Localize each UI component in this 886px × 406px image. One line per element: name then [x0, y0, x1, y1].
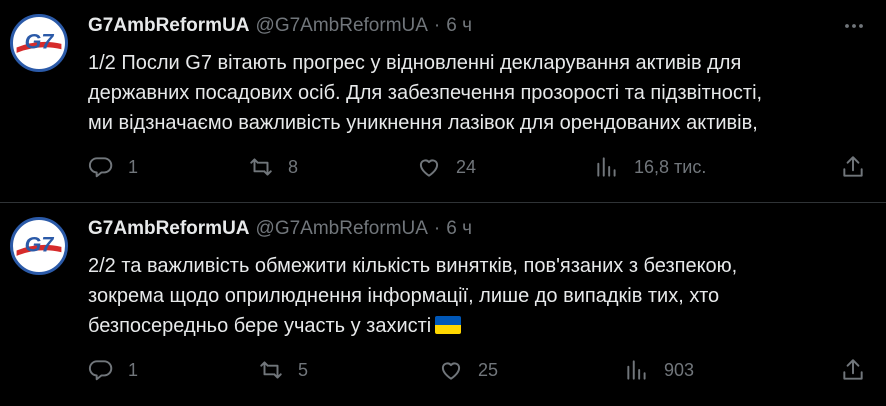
tweet-text-line: 2/2 та важливість обмежити кількість вин…: [88, 255, 738, 277]
tweet[interactable]: G7 G7AmbReformUA @G7AmbReformUA · 6 ч 2/…: [0, 203, 886, 406]
share-button[interactable]: [840, 150, 866, 184]
author-name[interactable]: G7AmbReformUA: [88, 218, 250, 240]
bar-chart-icon: [627, 360, 646, 380]
tweet-actions: 1 8 24 16,8 тис.: [88, 150, 866, 184]
share-upload-icon: [843, 359, 863, 380]
bar-chart-icon: [597, 157, 616, 177]
repost-count: 5: [298, 359, 309, 380]
tweet-text-line: 1/2 Посли G7 вітають прогрес у відновлен…: [88, 52, 742, 74]
separator: ·: [433, 15, 441, 36]
heart-icon: [441, 362, 461, 380]
g7-logo-icon: G7: [14, 221, 64, 271]
heart-icon: [419, 159, 439, 177]
separator: ·: [433, 218, 441, 239]
like-count: 24: [456, 156, 477, 177]
tweet[interactable]: G7 G7AmbReformUA @G7AmbReformUA · 6 ч 1/…: [0, 0, 886, 203]
tweet-header: G7AmbReformUA @G7AmbReformUA · 6 ч: [88, 14, 866, 38]
tweet-text-line: державних посадових осіб. Для забезпечен…: [88, 82, 763, 104]
tweet-text: 1/2 Посли G7 вітають прогрес у відновлен…: [88, 48, 868, 138]
author-name[interactable]: G7AmbReformUA: [88, 15, 250, 37]
ukraine-flag-icon: [435, 316, 462, 334]
reply-count: 1: [128, 156, 139, 177]
tweet-text-segment: безпосередньо бере участь у захисті: [88, 315, 432, 337]
repost-button[interactable]: 8: [248, 150, 298, 184]
repost-arrows-icon: [250, 158, 272, 176]
views-button[interactable]: 16,8 тис.: [594, 150, 706, 184]
author-handle[interactable]: @G7AmbReformUA: [256, 15, 428, 37]
views-button[interactable]: 903: [624, 353, 694, 387]
avatar-logo-text: G7: [25, 29, 55, 53]
repost-button[interactable]: 5: [258, 353, 308, 387]
timestamp[interactable]: 6 ч: [446, 15, 472, 37]
timestamp[interactable]: 6 ч: [446, 218, 472, 240]
share-button[interactable]: [840, 353, 866, 387]
share-upload-icon: [843, 156, 863, 177]
tweet-header: G7AmbReformUA @G7AmbReformUA · 6 ч: [88, 217, 866, 241]
tweet-text: 2/2 та важливість обмежити кількість вин…: [88, 251, 868, 341]
avatar-logo-text: G7: [25, 232, 55, 256]
avatar[interactable]: G7: [10, 217, 68, 275]
like-count: 25: [478, 359, 499, 380]
tweet-text-line: зокрема щодо оприлюднення інформації, ли…: [88, 285, 720, 307]
tweet-text-line: безпосередньо бере участь у захисті: [88, 311, 868, 341]
views-count: 903: [664, 359, 695, 380]
author-handle[interactable]: @G7AmbReformUA: [256, 218, 428, 240]
repost-count: 8: [288, 156, 299, 177]
like-button[interactable]: 25: [438, 353, 498, 387]
reply-bubble-icon: [88, 360, 113, 381]
tweet-actions: 1 5 25 903: [88, 353, 866, 387]
timeline: G7 G7AmbReformUA @G7AmbReformUA · 6 ч 1/…: [0, 0, 886, 406]
more-options-button[interactable]: [842, 14, 866, 38]
avatar[interactable]: G7: [10, 14, 68, 72]
reply-button[interactable]: 1: [88, 150, 138, 184]
repost-arrows-icon: [260, 361, 282, 379]
g7-logo-icon: G7: [14, 18, 64, 68]
more-horizontal-icon: [845, 24, 863, 28]
views-count: 16,8 тис.: [634, 156, 707, 177]
reply-bubble-icon: [88, 157, 113, 178]
reply-button[interactable]: 1: [88, 353, 138, 387]
tweet-text-line: ми відзначаємо важливість уникнення лазі…: [88, 112, 758, 134]
reply-count: 1: [128, 359, 139, 380]
like-button[interactable]: 24: [416, 150, 476, 184]
